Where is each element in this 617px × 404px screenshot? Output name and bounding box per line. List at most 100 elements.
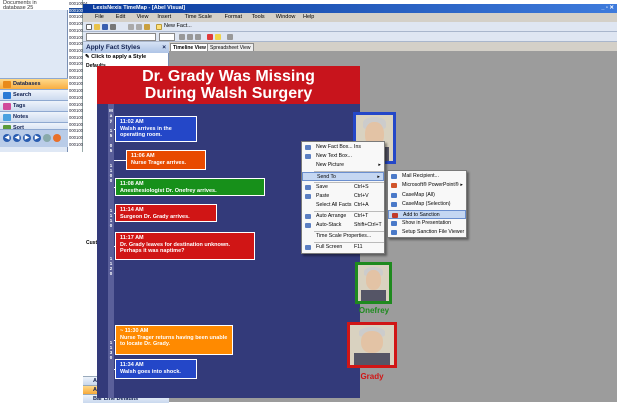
fact-box[interactable]: 11:34 AM Walsh goes into shock. — [115, 359, 197, 379]
context-item-new-picture[interactable]: New Picture ▸ — [302, 161, 384, 170]
poster-title-line: Dr. Grady Was Missing — [142, 68, 315, 85]
fact-box[interactable]: 11:08 AM Anesthesiologist Dr. Onefrey arr… — [115, 178, 265, 196]
tab-spreadsheet-view[interactable]: Spreadsheet View — [207, 43, 254, 51]
nav-item-label: Notes — [13, 114, 29, 120]
background-navigator: Documents in database 25 Databases Search… — [0, 0, 68, 152]
menu-file[interactable]: File — [95, 13, 104, 22]
arrange-icon — [305, 214, 311, 219]
menu-format[interactable]: Format — [225, 13, 242, 22]
italic-icon[interactable] — [187, 34, 193, 40]
fact-box[interactable]: ~ 11:30 AM Nurse Trager returns having be… — [115, 325, 233, 355]
stack-icon — [305, 223, 311, 228]
menu-item-label: New Picture — [316, 162, 344, 168]
menu-view[interactable]: View — [137, 13, 149, 22]
context-item-auto-stack[interactable]: Auto-Stack Shift+Ctrl+T — [302, 221, 384, 230]
tab-timeline-view[interactable]: Timeline View — [170, 43, 209, 51]
photo-face — [361, 331, 383, 353]
casemap-icon — [391, 202, 397, 208]
menu-item-shortcut: Ctrl+S — [354, 184, 369, 190]
pane-header: Apply Fact Styles × — [83, 42, 169, 53]
person-photo[interactable] — [355, 262, 392, 304]
view-tabs: Timeline View Spreadsheet View — [169, 42, 617, 51]
tag-icon — [3, 103, 11, 110]
menu-item-label: New Fact Box... — [316, 144, 353, 150]
fact-box-icon — [305, 145, 311, 150]
person-photo[interactable] — [347, 322, 397, 368]
fact-box[interactable]: 11:02 AM Walsh arrives in the operating r… — [115, 116, 197, 142]
casemap-icon — [391, 192, 397, 198]
stop-icon[interactable] — [53, 134, 61, 142]
font-name-select[interactable] — [86, 33, 156, 41]
next-record-icon[interactable]: ▶ — [23, 134, 31, 142]
sendto-item-mail-recipient[interactable]: Mail Recipient... — [388, 172, 466, 181]
copy-icon[interactable] — [136, 24, 142, 30]
print-icon[interactable] — [43, 134, 51, 142]
menu-item-label: Auto-Stack — [316, 222, 342, 228]
brush-icon: ✎ — [85, 54, 90, 60]
previous-record-icon[interactable]: ◀ — [13, 134, 21, 142]
context-item-select-all-facts[interactable]: Select All Facts Ctrl+A — [302, 201, 384, 210]
sendto-item-show-in-presentation[interactable]: Show in Presentation — [388, 219, 466, 228]
menu-item-label: Paste — [316, 193, 330, 199]
sendto-item-add-to-sanction[interactable]: Add to Sanction — [388, 209, 466, 219]
context-item-save[interactable]: Save Ctrl+S — [302, 183, 384, 192]
time-label: 1 1 1 0 — [109, 208, 113, 228]
menu-edit[interactable]: Edit — [116, 13, 125, 22]
toolbar-format — [83, 32, 617, 42]
first-record-icon[interactable]: ◀ — [3, 134, 11, 142]
new-fact-button[interactable]: New Fact... — [164, 23, 192, 29]
menu-item-label: CaseMap (Selection) — [402, 201, 451, 208]
sendto-item-microsoft-powerpoint[interactable]: Microsoft® PowerPoint® ▸ — [388, 181, 466, 190]
menu-insert[interactable]: Insert — [157, 13, 171, 22]
fact-box[interactable]: 11:06 AM Nurse Trager arrives. — [126, 150, 206, 170]
fact-box[interactable]: 11:17 AM Dr. Grady leaves for destination… — [115, 232, 255, 260]
context-item-full-screen[interactable]: Full Screen F11 — [302, 243, 384, 252]
context-item-send-to[interactable]: Send To ▸ — [302, 172, 384, 181]
menu-tools[interactable]: Tools — [252, 13, 265, 22]
font-size-select[interactable] — [159, 33, 175, 41]
paste-icon[interactable] — [144, 24, 150, 30]
context-item-auto-arrange[interactable]: Auto Arrange Ctrl+T — [302, 212, 384, 221]
cut-icon[interactable] — [128, 24, 134, 30]
context-item-paste[interactable]: Paste Ctrl+V — [302, 192, 384, 201]
sendto-item-casemap-selection[interactable]: CaseMap (Selection) — [388, 200, 466, 209]
print-icon[interactable] — [110, 24, 116, 30]
fill-color-icon[interactable] — [215, 34, 221, 40]
menu-item-label: Auto Arrange — [316, 213, 347, 219]
close-icon[interactable]: × — [162, 42, 166, 53]
menu-window[interactable]: Window — [276, 13, 296, 22]
send-to-submenu: Mail Recipient... Microsoft® PowerPoint® ▸… — [387, 170, 467, 238]
new-icon[interactable] — [86, 24, 92, 30]
menu-item-shortcut: F11 — [354, 244, 363, 250]
fact-text: Dr. Grady leaves for destination unknown… — [120, 241, 231, 255]
align-icon[interactable] — [227, 34, 233, 40]
powerpoint-icon — [391, 183, 397, 189]
context-item-new-fact-box[interactable]: New Fact Box... Ins — [302, 143, 384, 152]
new-fact-icon[interactable] — [156, 24, 162, 30]
context-item-new-text-box[interactable]: New Text Box... — [302, 152, 384, 161]
last-record-icon[interactable]: ▶ — [33, 134, 41, 142]
pane-header-title: Apply Fact Styles — [86, 44, 141, 51]
nav-item-label: Tags — [13, 103, 26, 109]
menu-item-label: Setup Sanction File Viewer — [402, 229, 465, 236]
menu-help[interactable]: Help — [303, 13, 314, 22]
sendto-item-setup-sanction-file-viewer[interactable]: Setup Sanction File Viewer — [388, 228, 466, 237]
bold-icon[interactable] — [179, 34, 185, 40]
menu-time-scale[interactable]: Time Scale — [185, 13, 212, 22]
window-controls-icon[interactable]: _ ▫ ✕ — [601, 4, 614, 13]
record-navigation: ◀ ◀ ▶ ▶ — [0, 129, 68, 147]
underline-icon[interactable] — [195, 34, 201, 40]
open-icon[interactable] — [94, 24, 100, 30]
database-icon — [3, 81, 11, 88]
save-icon[interactable] — [102, 24, 108, 30]
poster-title[interactable]: Dr. Grady Was Missing During Walsh Surge… — [97, 66, 360, 104]
paste-icon — [305, 194, 311, 199]
fact-box[interactable]: 11:14 AM Surgeon Dr. Grady arrives. — [115, 204, 217, 222]
sendto-item-casemap-all[interactable]: CaseMap (All) — [388, 191, 466, 200]
photo-body — [354, 353, 390, 365]
document-id-row[interactable]: 00010007 — [69, 7, 88, 13]
menu-item-shortcut: Ins — [354, 144, 361, 150]
font-color-icon[interactable] — [207, 34, 213, 40]
context-item-time-scale-properties[interactable]: Time Scale Properties... — [302, 232, 384, 241]
setup-icon — [391, 230, 397, 236]
